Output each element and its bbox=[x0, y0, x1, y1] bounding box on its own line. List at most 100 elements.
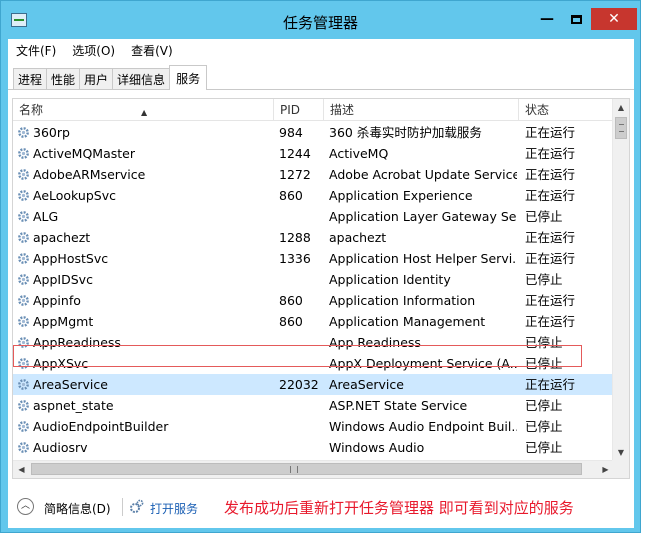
column-header-row: 名称 ▲ PID 描述 状态 bbox=[13, 99, 614, 121]
service-description: Application Experience bbox=[329, 188, 473, 203]
service-name: AppMgmt bbox=[33, 314, 94, 329]
footer-bar: ︿ 简略信息(D) 打开服务 发布成功后重新打开任务管理器 即可看到对应的服务 bbox=[8, 488, 634, 528]
service-status: 正在运行 bbox=[525, 377, 576, 392]
service-description: App Readiness bbox=[329, 335, 421, 350]
service-status: 已停止 bbox=[525, 209, 563, 224]
vertical-scroll-thumb[interactable] bbox=[615, 117, 627, 139]
service-name: aspnet_state bbox=[33, 398, 114, 413]
service-status: 已停止 bbox=[525, 356, 563, 371]
service-gear-icon bbox=[17, 294, 30, 307]
horizontal-scrollbar[interactable]: ◀ ▶ bbox=[13, 460, 614, 478]
title-bar[interactable]: 任务管理器 — ✕ bbox=[1, 1, 640, 39]
service-gear-icon bbox=[17, 126, 30, 139]
menu-view[interactable]: 查看(V) bbox=[131, 42, 173, 59]
service-status: 正在运行 bbox=[525, 167, 576, 182]
service-description: ASP.NET State Service bbox=[329, 398, 468, 413]
services-icon[interactable] bbox=[129, 499, 144, 514]
column-header-desc[interactable]: 描述 bbox=[324, 99, 519, 121]
table-row[interactable]: AppReadiness App Readiness 已停止 bbox=[13, 332, 614, 353]
service-pid: 984 bbox=[279, 125, 303, 140]
table-row[interactable]: Audiosrv Windows Audio 已停止 bbox=[13, 437, 614, 458]
client-area: 文件(F) 选项(O) 查看(V) 进程 性能 用户 详细信息 服务 名称 ▲ … bbox=[8, 39, 634, 528]
tab-performance[interactable]: 性能 bbox=[46, 68, 81, 89]
service-gear-icon bbox=[17, 336, 30, 349]
close-icon: ✕ bbox=[608, 11, 620, 27]
service-name: AppIDSvc bbox=[33, 272, 93, 287]
menu-file[interactable]: 文件(F) bbox=[16, 42, 56, 59]
vertical-scrollbar[interactable]: ▲ ▼ bbox=[612, 99, 629, 461]
table-row[interactable]: apachezt 1288 apachezt 正在运行 bbox=[13, 227, 614, 248]
table-row[interactable]: ActiveMQMaster 1244 ActiveMQ 正在运行 bbox=[13, 143, 614, 164]
tab-users[interactable]: 用户 bbox=[79, 68, 114, 89]
service-pid: 860 bbox=[279, 188, 303, 203]
service-gear-icon bbox=[17, 210, 30, 223]
service-gear-icon bbox=[17, 189, 30, 202]
service-name: AppXSvc bbox=[33, 356, 89, 371]
column-header-status[interactable]: 状态 bbox=[519, 99, 614, 121]
close-button[interactable]: ✕ bbox=[591, 8, 637, 30]
table-row[interactable]: AppMgmt 860 Application Management 正在运行 bbox=[13, 311, 614, 332]
table-row[interactable]: Appinfo 860 Application Information 正在运行 bbox=[13, 290, 614, 311]
column-header-name[interactable]: 名称 ▲ bbox=[13, 99, 274, 121]
table-row[interactable]: AdobeARMservice 1272 Adobe Acrobat Update … bbox=[13, 164, 614, 185]
tab-services[interactable]: 服务 bbox=[169, 65, 208, 90]
service-name: AudioEndpointBuilder bbox=[33, 419, 169, 434]
service-pid: 860 bbox=[279, 314, 303, 329]
service-description: Windows Audio bbox=[329, 440, 425, 455]
service-description: Application Host Helper Servi... bbox=[329, 251, 517, 266]
table-row[interactable]: aspnet_state ASP.NET State Service 已停止 bbox=[13, 395, 614, 416]
maximize-icon bbox=[570, 14, 582, 24]
service-status: 正在运行 bbox=[525, 251, 576, 266]
chevron-up-icon[interactable]: ︿ bbox=[17, 498, 34, 515]
footer-divider bbox=[122, 498, 123, 516]
service-pid: 860 bbox=[279, 293, 303, 308]
table-row[interactable]: AreaService 22032 AreaService 正在运行 bbox=[13, 374, 614, 395]
service-description: Application Information bbox=[329, 293, 476, 308]
tab-bar: 进程 性能 用户 详细信息 服务 bbox=[8, 65, 634, 90]
maximize-button[interactable] bbox=[562, 8, 590, 30]
minimize-button[interactable]: — bbox=[533, 8, 561, 30]
menu-bar: 文件(F) 选项(O) 查看(V) bbox=[8, 39, 634, 61]
service-status: 已停止 bbox=[525, 398, 563, 413]
service-status: 正在运行 bbox=[525, 125, 576, 140]
scroll-up-icon[interactable]: ▲ bbox=[613, 99, 629, 116]
open-services-link[interactable]: 打开服务 bbox=[150, 500, 198, 517]
service-gear-icon bbox=[17, 252, 30, 265]
table-row[interactable]: AppIDSvc Application Identity 已停止 bbox=[13, 269, 614, 290]
table-row[interactable]: ALG Application Layer Gateway Se... 已停止 bbox=[13, 206, 614, 227]
table-row[interactable]: AudioEndpointBuilder Windows Audio Endpoi… bbox=[13, 416, 614, 437]
service-gear-icon bbox=[17, 168, 30, 181]
tab-details[interactable]: 详细信息 bbox=[112, 68, 171, 89]
service-rows: 360rp 984 360 杀毒实时防护加载服务 正在运行 ActiveMQMaster… bbox=[13, 122, 614, 458]
service-status: 正在运行 bbox=[525, 146, 576, 161]
service-gear-icon bbox=[17, 231, 30, 244]
column-header-pid[interactable]: PID bbox=[274, 99, 324, 121]
scrollbar-corner bbox=[612, 460, 629, 478]
scroll-left-icon[interactable]: ◀ bbox=[13, 461, 30, 478]
service-name: apachezt bbox=[33, 230, 91, 245]
service-status: 正在运行 bbox=[525, 188, 576, 203]
service-gear-icon bbox=[17, 147, 30, 160]
menu-options[interactable]: 选项(O) bbox=[72, 42, 115, 59]
service-pid: 1244 bbox=[279, 146, 311, 161]
scroll-down-icon[interactable]: ▼ bbox=[613, 444, 629, 461]
horizontal-scroll-thumb[interactable] bbox=[31, 463, 582, 475]
fewer-details-button[interactable]: 简略信息(D) bbox=[44, 500, 111, 517]
service-gear-icon bbox=[17, 441, 30, 454]
services-list: 名称 ▲ PID 描述 状态 360rp 984 360 杀毒实时防护加载服务 正在运… bbox=[12, 98, 630, 479]
service-name: ALG bbox=[33, 209, 59, 224]
service-gear-icon bbox=[17, 378, 30, 391]
table-row[interactable]: 360rp 984 360 杀毒实时防护加载服务 正在运行 bbox=[13, 122, 614, 143]
service-status: 正在运行 bbox=[525, 293, 576, 308]
service-gear-icon bbox=[17, 315, 30, 328]
minimize-icon: — bbox=[540, 11, 554, 27]
tab-processes[interactable]: 进程 bbox=[13, 68, 48, 89]
service-status: 已停止 bbox=[525, 335, 563, 350]
service-gear-icon bbox=[17, 273, 30, 286]
service-pid: 1336 bbox=[279, 251, 311, 266]
service-name: AdobeARMservice bbox=[33, 167, 146, 182]
table-row[interactable]: AppXSvc AppX Deployment Service (A... 已停止 bbox=[13, 353, 614, 374]
service-description: Windows Audio Endpoint Buil... bbox=[329, 419, 517, 434]
table-row[interactable]: AeLookupSvc 860 Application Experience 正在运行 bbox=[13, 185, 614, 206]
table-row[interactable]: AppHostSvc 1336 Application Host Helper Se… bbox=[13, 248, 614, 269]
